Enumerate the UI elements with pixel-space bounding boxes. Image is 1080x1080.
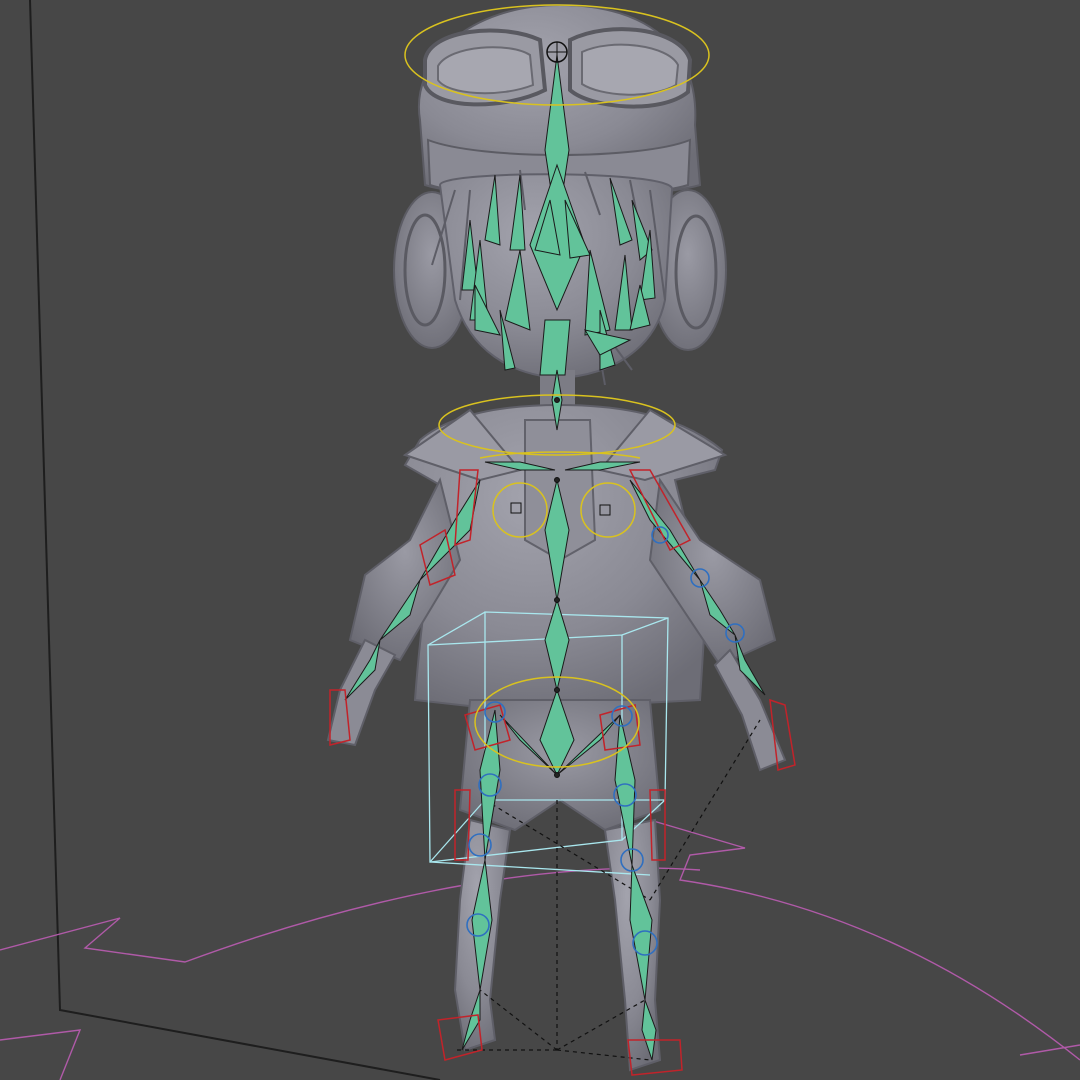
viewport-canvas[interactable]: [0, 0, 1080, 1080]
floor-control-curve[interactable]: [0, 819, 1080, 1080]
background-grid-lines: [29, 0, 441, 1080]
3d-viewport[interactable]: [0, 0, 1080, 1080]
